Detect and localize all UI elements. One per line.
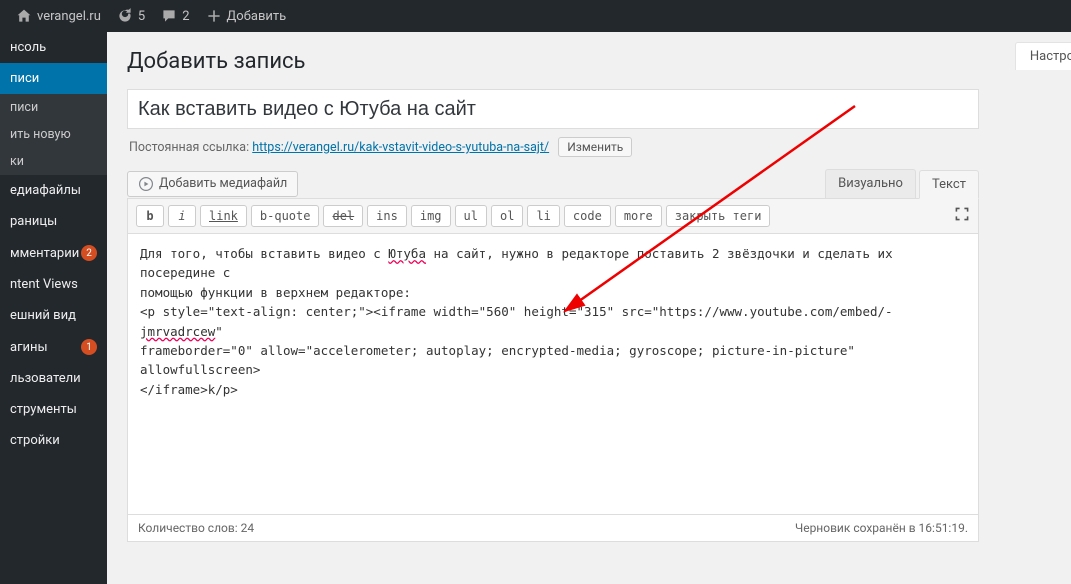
post-title-input[interactable] xyxy=(127,89,979,129)
sidebar-item-settings[interactable]: стройки xyxy=(0,425,107,456)
add-media-button[interactable]: Добавить медиафайл xyxy=(127,171,298,197)
sidebar-item-media[interactable]: едиафайлы xyxy=(0,175,107,206)
sidebar-sub-tags[interactable]: ки xyxy=(0,148,107,175)
tool-bold[interactable]: b xyxy=(136,205,164,227)
screen-options-tab[interactable]: Настро xyxy=(1015,42,1071,70)
sidebar-item-users[interactable]: льзователи xyxy=(0,363,107,394)
fullscreen-icon[interactable] xyxy=(954,206,970,226)
draft-saved: Черновик сохранён в 16:51:19. xyxy=(795,521,968,535)
sidebar-item-console[interactable]: нсоль xyxy=(0,32,107,63)
permalink-url[interactable]: https://verangel.ru/kak-vstavit-video-s-… xyxy=(252,140,549,155)
word-count: Количество слов: 24 xyxy=(138,521,254,535)
permalink-label: Постоянная ссылка: xyxy=(129,140,249,155)
content-textarea[interactable]: Для того, чтобы вставить видео с Ютуба н… xyxy=(128,234,978,514)
home-icon xyxy=(16,8,32,24)
tool-li[interactable]: li xyxy=(527,205,559,227)
comments-link[interactable]: 2 xyxy=(153,0,197,32)
sidebar-item-posts[interactable]: писи xyxy=(0,63,107,94)
tool-img[interactable]: img xyxy=(411,205,451,227)
tool-italic[interactable]: i xyxy=(168,205,196,227)
updates-icon xyxy=(117,8,133,24)
updates-link[interactable]: 5 xyxy=(109,0,153,32)
comments-count: 2 xyxy=(182,9,189,24)
main-content: Настро Добавить запись Постоянная ссылка… xyxy=(107,32,1071,584)
tab-visual[interactable]: Визуально xyxy=(825,169,916,198)
admin-sidebar: нсоль писи писи ить новую ки едиафайлы р… xyxy=(0,32,107,584)
add-new-link[interactable]: Добавить xyxy=(198,0,295,32)
add-media-label: Добавить медиафайл xyxy=(159,176,287,191)
tool-code[interactable]: code xyxy=(564,205,611,227)
sidebar-item-plugins[interactable]: агины1 xyxy=(0,331,107,363)
comment-icon xyxy=(161,8,177,24)
tool-del[interactable]: del xyxy=(323,205,363,227)
plugins-badge: 1 xyxy=(81,339,97,355)
editor-toolbar: b i link b-quote del ins img ul ol li co… xyxy=(127,198,979,234)
sidebar-item-contentviews[interactable]: ntent Views xyxy=(0,269,107,300)
tool-more[interactable]: more xyxy=(615,205,662,227)
permalink-row: Постоянная ссылка: https://verangel.ru/k… xyxy=(127,129,979,165)
tool-bquote[interactable]: b-quote xyxy=(251,205,320,227)
tool-link[interactable]: link xyxy=(200,205,247,227)
site-link[interactable]: verangel.ru xyxy=(8,0,109,32)
edit-permalink-button[interactable]: Изменить xyxy=(558,137,632,157)
tab-text[interactable]: Текст xyxy=(919,170,979,199)
sidebar-item-appearance[interactable]: ешний вид xyxy=(0,300,107,331)
sidebar-item-tools[interactable]: струменты xyxy=(0,394,107,425)
site-name: verangel.ru xyxy=(37,9,101,24)
sidebar-item-comments[interactable]: мментарии2 xyxy=(0,237,107,269)
page-title: Добавить запись xyxy=(127,46,1071,77)
comments-badge: 2 xyxy=(81,245,97,261)
tool-ol[interactable]: ol xyxy=(491,205,523,227)
media-icon xyxy=(138,176,154,192)
sidebar-sub-all[interactable]: писи xyxy=(0,94,107,121)
tool-ins[interactable]: ins xyxy=(367,205,407,227)
tool-ul[interactable]: ul xyxy=(455,205,487,227)
admin-topbar: verangel.ru 5 2 Добавить xyxy=(0,0,1071,32)
add-label: Добавить xyxy=(227,9,287,24)
plus-icon xyxy=(206,8,222,24)
tool-closetags[interactable]: закрыть теги xyxy=(666,205,771,227)
sidebar-sub-new[interactable]: ить новую xyxy=(0,121,107,148)
updates-count: 5 xyxy=(138,9,145,24)
sidebar-item-pages[interactable]: раницы xyxy=(0,206,107,237)
